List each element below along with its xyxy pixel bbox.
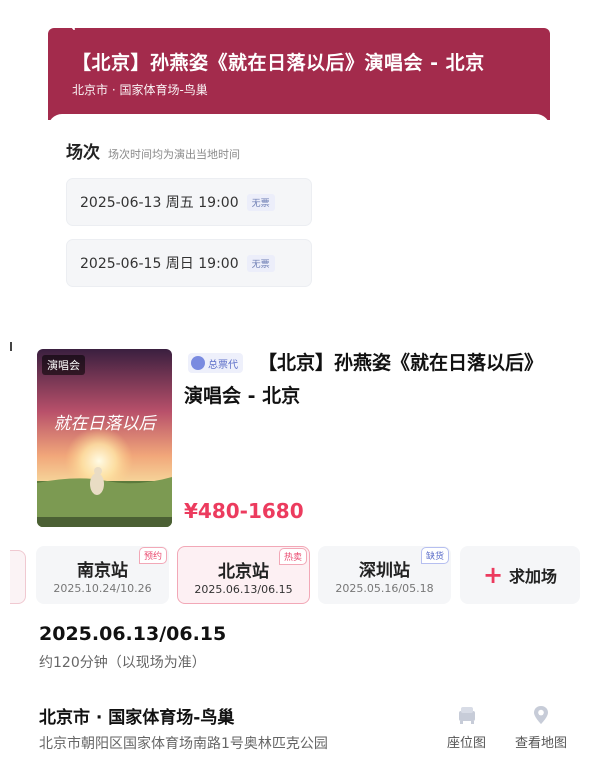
station-shenzhen[interactable]: 深圳站 2025.05.16/05.18 缺货	[318, 546, 451, 604]
hot-sale-badge: 热卖	[278, 548, 307, 565]
view-map-label: 查看地图	[515, 736, 568, 751]
event-title-line1: 【北京】孙燕姿《就在日落以后》	[258, 352, 544, 374]
presale-badge: 预约	[138, 547, 167, 564]
sold-out-badge: 无票	[246, 254, 275, 272]
event-header: 【北京】孙燕姿《就在日落以后》演唱会 - 北京 北京市 · 国家体育场-鸟巢	[48, 28, 550, 120]
sessions-header: 场次 场次时间均为演出当地时间	[66, 138, 240, 163]
poster-category-tag: 演唱会	[42, 355, 85, 375]
station-dates: 2025.05.16/05.18	[335, 582, 434, 595]
event-title-line2: 演唱会 - 北京	[184, 385, 301, 407]
seat-map-label: 座位图	[447, 736, 487, 751]
agent-icon	[191, 356, 205, 370]
header-title: 【北京】孙燕姿《就在日落以后》演唱会 - 北京	[72, 52, 485, 74]
session-option[interactable]: 2025-06-13 周五 19:00 无票	[66, 178, 312, 226]
map-pin-icon	[534, 706, 548, 724]
sessions-card: 场次 场次时间均为演出当地时间 2025-06-13 周五 19:00 无票 2…	[48, 114, 550, 330]
edge-mark	[10, 342, 12, 351]
sold-out-badge: 无票	[246, 193, 275, 211]
station-beijing[interactable]: 北京站 2025.06.13/06.15 热卖	[177, 546, 310, 604]
back-chevron-icon[interactable]	[66, 14, 76, 30]
agent-badge: 总票代	[188, 353, 243, 373]
venue-name: 北京市 · 国家体育场-鸟巢	[39, 708, 235, 728]
venue-address: 北京市朝阳区国家体育场南路1号奥林匹克公园	[39, 736, 328, 752]
show-date-range: 2025.06.13/06.15	[39, 623, 227, 645]
out-of-stock-badge: 缺货	[420, 547, 449, 564]
price-range: ¥480-1680	[184, 499, 304, 523]
station-dates: 2025.06.13/06.15	[194, 583, 293, 596]
plus-icon: +	[482, 561, 504, 589]
session-panel: 【北京】孙燕姿《就在日落以后》演唱会 - 北京 北京市 · 国家体育场-鸟巢 场…	[0, 0, 613, 330]
request-extra-show-button[interactable]: + 求加场	[460, 546, 580, 604]
session-option[interactable]: 2025-06-15 周日 19:00 无票	[66, 239, 312, 287]
poster-title: 就在日落以后	[53, 414, 156, 434]
header-venue: 北京市 · 国家体育场-鸟巢	[72, 83, 208, 97]
poster-artwork	[37, 349, 172, 527]
session-date: 2025-06-15 周日 19:00	[80, 256, 239, 272]
station-nanjing[interactable]: 南京站 2025.10.24/10.26 预约	[36, 546, 169, 604]
show-duration: 约120分钟（以现场为准）	[39, 655, 206, 671]
station-scroll-edge	[10, 550, 26, 604]
event-detail-panel: 演唱会 就在日落以后 总票代 【北京】孙燕姿《就在日落以后》 演唱会 - 北京 …	[10, 330, 610, 762]
request-extra-show-label: 求加场	[509, 567, 558, 586]
agent-badge-label: 总票代	[208, 359, 238, 371]
station-dates: 2025.10.24/10.26	[53, 582, 152, 595]
session-date: 2025-06-13 周五 19:00	[80, 195, 239, 211]
sessions-title: 场次	[66, 143, 100, 163]
view-map-button[interactable]: 查看地图	[515, 704, 567, 751]
event-poster[interactable]: 演唱会 就在日落以后	[37, 349, 172, 527]
sessions-note: 场次时间均为演出当地时间	[108, 148, 240, 161]
seat-map-button[interactable]: 座位图	[447, 704, 486, 751]
seat-map-icon	[458, 707, 475, 724]
city-station-selector: 南京站 2025.10.24/10.26 预约 北京站 2025.06.13/0…	[10, 546, 610, 608]
